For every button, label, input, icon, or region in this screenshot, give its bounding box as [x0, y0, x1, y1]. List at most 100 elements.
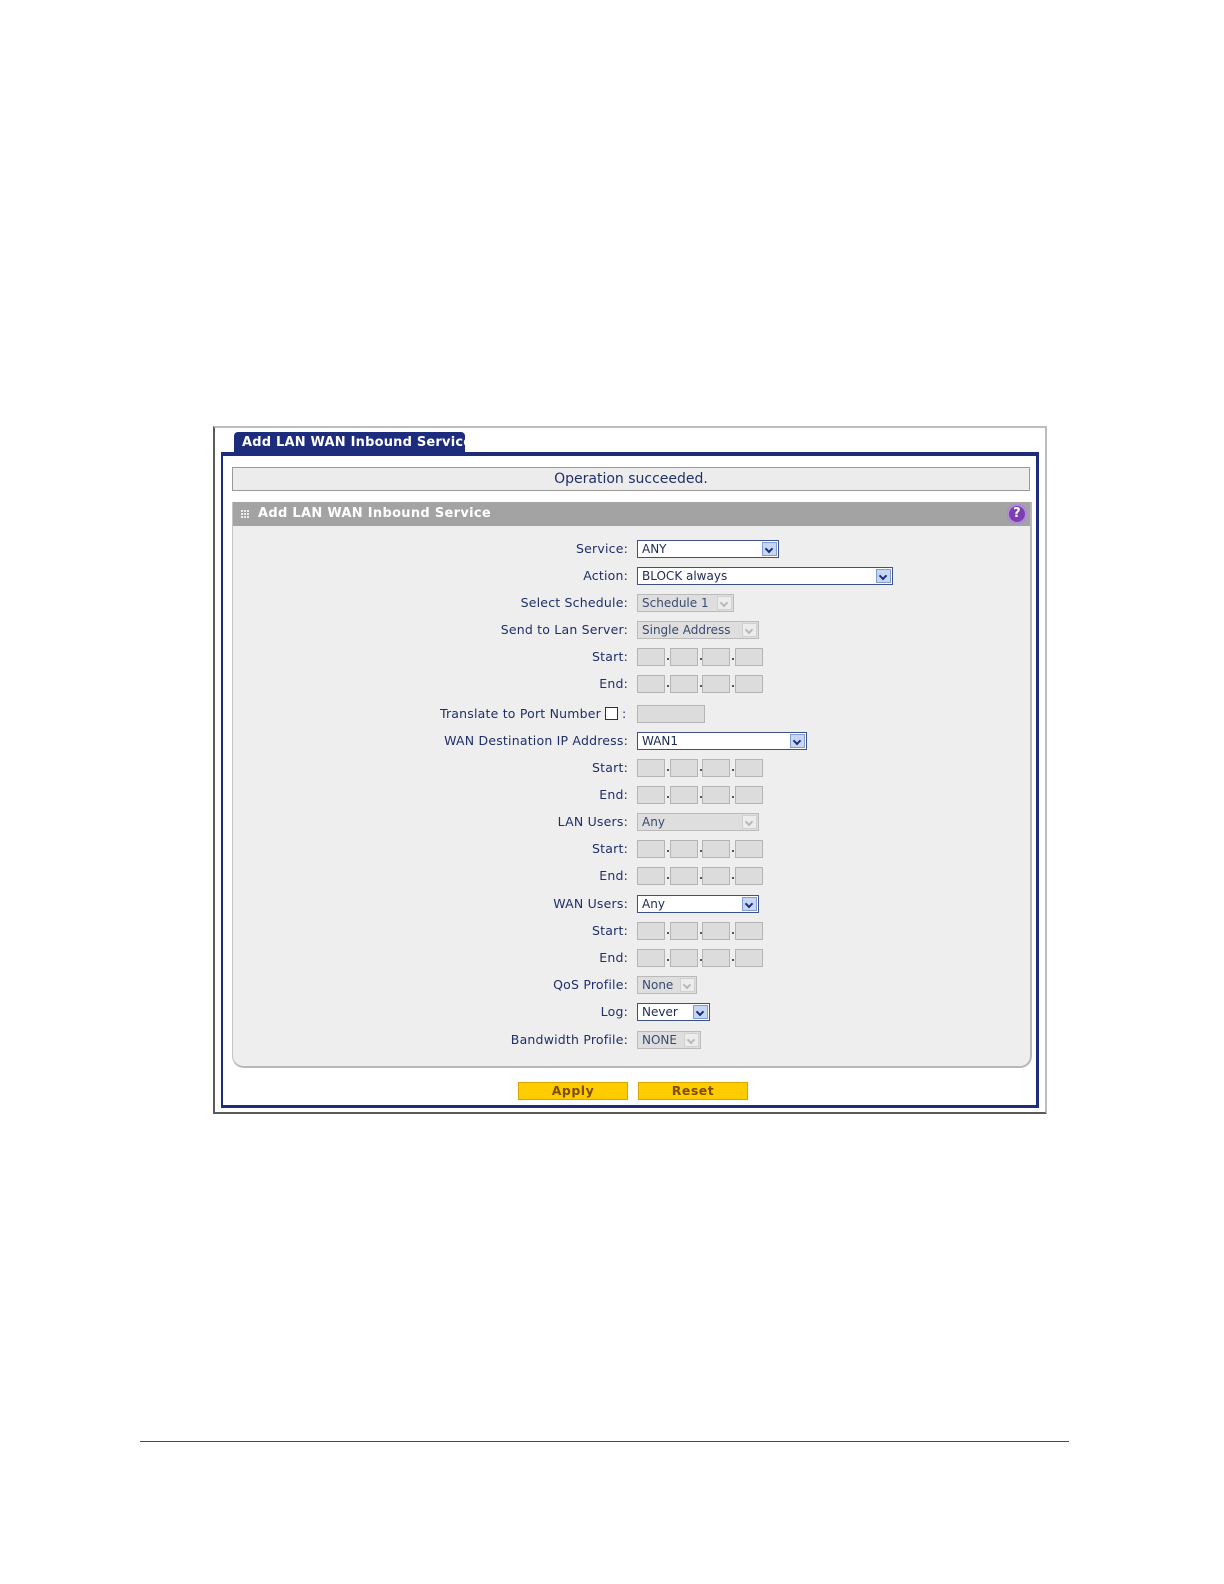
- schedule-select[interactable]: Schedule 1: [637, 594, 734, 612]
- ip-octet-input[interactable]: [735, 648, 763, 666]
- row-wan-users-start: Start:: [233, 921, 1033, 941]
- wan-destination-label: WAN Destination IP Address:: [444, 733, 628, 748]
- ip-octet-input[interactable]: [702, 922, 730, 940]
- lan-server-end-ip: [637, 674, 767, 694]
- bandwidth-profile-value: NONE: [642, 1033, 677, 1047]
- section-header: Add LAN WAN Inbound Service ?: [233, 502, 1030, 526]
- lan-users-select[interactable]: Any: [637, 813, 759, 831]
- action-label: Action:: [583, 568, 628, 583]
- ip-octet-input[interactable]: [670, 867, 698, 885]
- section-title: Add LAN WAN Inbound Service: [258, 506, 491, 521]
- lan-users-label: LAN Users:: [557, 814, 628, 829]
- chevron-down-icon: [742, 897, 757, 911]
- wan-users-value: Any: [642, 897, 665, 911]
- row-wan-users: WAN Users: Any: [233, 894, 1033, 914]
- ip-octet-input[interactable]: [735, 922, 763, 940]
- lan-server-start-label: Start:: [592, 649, 628, 664]
- chevron-down-icon: [693, 1005, 708, 1019]
- ip-octet-input[interactable]: [637, 648, 665, 666]
- wan-destination-start-label: Start:: [592, 760, 628, 775]
- service-label: Service:: [575, 541, 628, 556]
- wan-users-start-ip: [637, 921, 767, 941]
- row-action: Action: BLOCK always: [233, 566, 1033, 586]
- row-lan-users-end: End:: [233, 866, 1033, 886]
- translate-port-colon: :: [622, 706, 627, 721]
- ip-octet-input[interactable]: [702, 786, 730, 804]
- wan-destination-start-ip: [637, 758, 767, 778]
- qos-profile-label: QoS Profile:: [553, 977, 628, 992]
- ip-octet-input[interactable]: [670, 786, 698, 804]
- wan-users-start-label: Start:: [592, 923, 628, 938]
- qos-profile-value: None: [642, 978, 674, 992]
- ip-octet-input[interactable]: [735, 949, 763, 967]
- chevron-down-icon: [680, 978, 695, 992]
- row-wan-destination-start: Start:: [233, 758, 1033, 778]
- ip-octet-input[interactable]: [637, 759, 665, 777]
- row-lan-server-start: Start:: [233, 647, 1033, 667]
- row-service: Service: ANY: [233, 539, 1033, 559]
- ip-octet-input[interactable]: [702, 675, 730, 693]
- ip-octet-input[interactable]: [670, 648, 698, 666]
- ip-octet-input[interactable]: [637, 949, 665, 967]
- ip-octet-input[interactable]: [702, 867, 730, 885]
- lan-server-value: Single Address: [642, 623, 731, 637]
- wan-users-label: WAN Users:: [553, 896, 628, 911]
- bandwidth-profile-select[interactable]: NONE: [637, 1031, 701, 1049]
- help-icon[interactable]: ?: [1007, 504, 1027, 524]
- translate-port-checkbox[interactable]: [605, 707, 618, 720]
- lan-users-start-label: Start:: [592, 841, 628, 856]
- lan-users-start-ip: [637, 839, 767, 859]
- wan-destination-end-ip: [637, 785, 767, 805]
- lan-users-end-ip: [637, 866, 767, 886]
- schedule-label: Select Schedule:: [520, 595, 628, 610]
- ip-octet-input[interactable]: [670, 759, 698, 777]
- row-wan-destination-end: End:: [233, 785, 1033, 805]
- ip-octet-input[interactable]: [702, 759, 730, 777]
- qos-profile-select[interactable]: None: [637, 976, 697, 994]
- ip-octet-input[interactable]: [702, 840, 730, 858]
- service-select[interactable]: ANY: [637, 540, 779, 558]
- log-select[interactable]: Never: [637, 1003, 710, 1021]
- apply-button[interactable]: Apply: [518, 1082, 628, 1100]
- ip-octet-input[interactable]: [670, 840, 698, 858]
- lan-server-select[interactable]: Single Address: [637, 621, 759, 639]
- ip-octet-input[interactable]: [735, 759, 763, 777]
- action-value: BLOCK always: [642, 569, 728, 583]
- row-bandwidth-profile: Bandwidth Profile: NONE: [233, 1030, 1033, 1050]
- ip-octet-input[interactable]: [670, 949, 698, 967]
- wan-destination-value: WAN1: [642, 734, 679, 748]
- ip-octet-input[interactable]: [670, 922, 698, 940]
- translate-port-label: Translate to Port Number: [439, 706, 601, 721]
- footer-divider: [140, 1441, 1069, 1442]
- row-log: Log: Never: [233, 1002, 1033, 1022]
- ip-octet-input[interactable]: [735, 786, 763, 804]
- ip-octet-input[interactable]: [637, 675, 665, 693]
- log-value: Never: [642, 1005, 678, 1019]
- tab-add-lan-wan-inbound-service[interactable]: Add LAN WAN Inbound Service: [234, 432, 472, 454]
- row-lan-users-start: Start:: [233, 839, 1033, 859]
- row-lan-server-end: End:: [233, 674, 1033, 694]
- row-translate-port: Translate to Port Number :: [233, 704, 1033, 724]
- lan-users-value: Any: [642, 815, 665, 829]
- reset-button[interactable]: Reset: [638, 1082, 748, 1100]
- ip-octet-input[interactable]: [637, 840, 665, 858]
- ip-octet-input[interactable]: [670, 675, 698, 693]
- ip-octet-input[interactable]: [637, 786, 665, 804]
- ip-octet-input[interactable]: [637, 867, 665, 885]
- schedule-value: Schedule 1: [642, 596, 709, 610]
- row-lan-users: LAN Users: Any: [233, 812, 1033, 832]
- ip-octet-input[interactable]: [702, 949, 730, 967]
- action-select[interactable]: BLOCK always: [637, 567, 893, 585]
- ip-octet-input[interactable]: [735, 867, 763, 885]
- ip-octet-input[interactable]: [735, 675, 763, 693]
- translate-port-input[interactable]: [637, 705, 705, 723]
- status-message: Operation succeeded.: [232, 467, 1030, 491]
- wan-destination-end-label: End:: [599, 787, 628, 802]
- wan-users-select[interactable]: Any: [637, 895, 759, 913]
- ip-octet-input[interactable]: [702, 648, 730, 666]
- lan-users-end-label: End:: [599, 868, 628, 883]
- chevron-down-icon: [742, 815, 757, 829]
- wan-destination-select[interactable]: WAN1: [637, 732, 807, 750]
- ip-octet-input[interactable]: [637, 922, 665, 940]
- ip-octet-input[interactable]: [735, 840, 763, 858]
